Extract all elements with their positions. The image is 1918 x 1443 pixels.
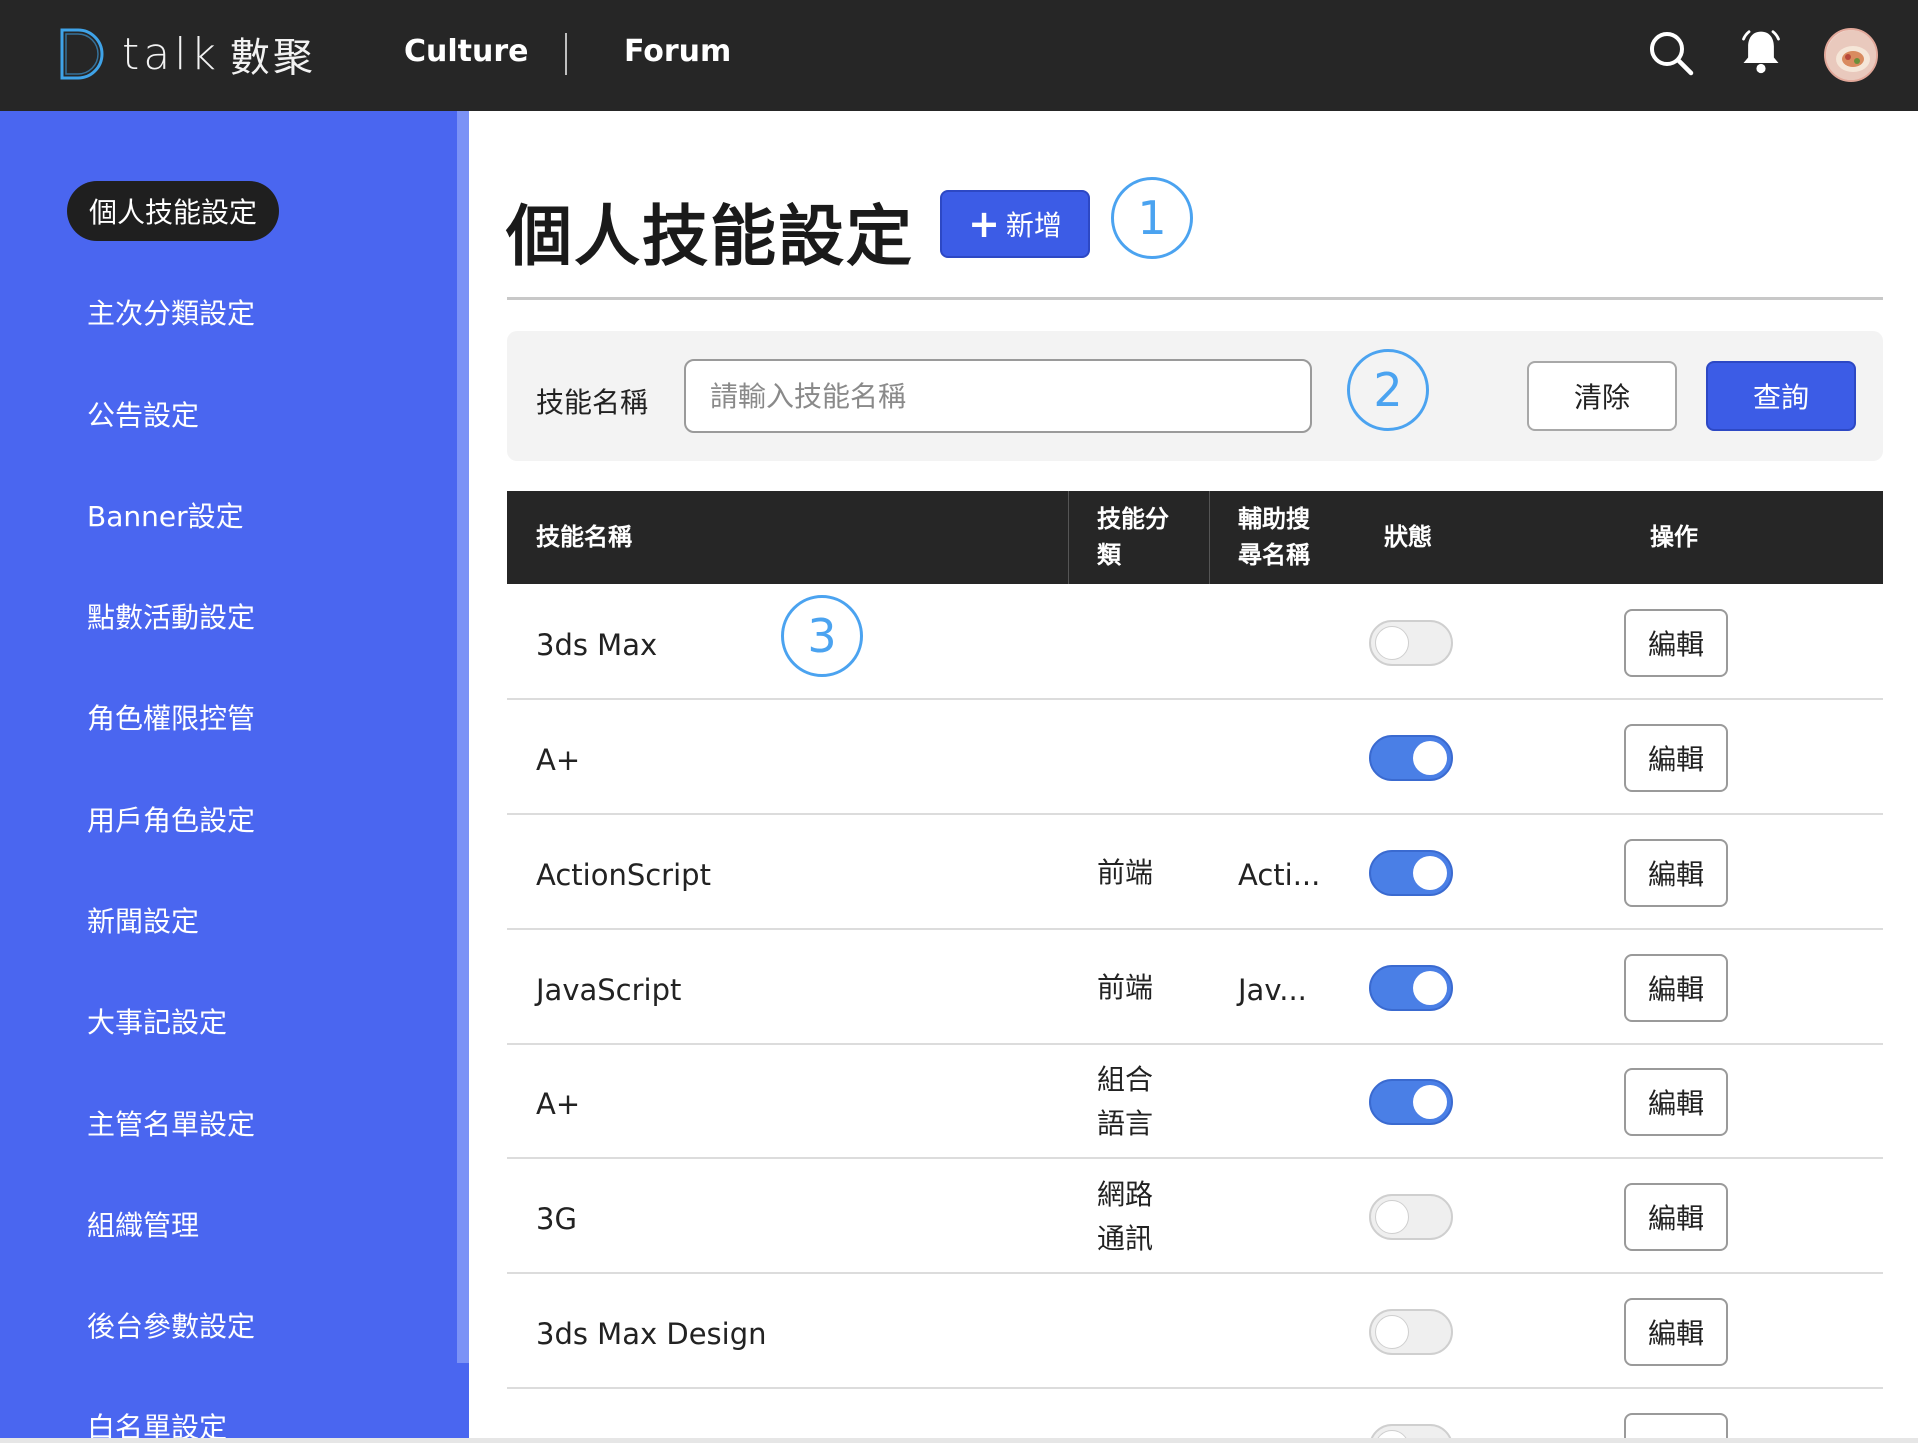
sidebar-item-announcement-settings[interactable]: 公告設定 bbox=[87, 394, 199, 434]
user-avatar[interactable] bbox=[1824, 28, 1878, 82]
status-toggle[interactable] bbox=[1369, 850, 1453, 896]
skill-category-cell: 網路 通訊 bbox=[1097, 1178, 1154, 1255]
sidebar-item-points-event-settings[interactable]: 點數活動設定 bbox=[87, 596, 255, 636]
skill-name-cell: A+ bbox=[536, 1087, 581, 1121]
skill-category-cell: 前端 bbox=[1097, 971, 1154, 1004]
sidebar-item-milestone-settings[interactable]: 大事記設定 bbox=[87, 1001, 227, 1041]
sidebar-item-backend-parameter-settings[interactable]: 後台參數設定 bbox=[87, 1305, 255, 1345]
column-header-category-line2: 類 bbox=[1097, 541, 1121, 569]
sidebar-item-banner-settings[interactable]: Banner設定 bbox=[87, 495, 244, 535]
table-row: 3ds Max Design 編輯 bbox=[507, 1275, 1883, 1389]
column-header-category-line1: 技能分 bbox=[1097, 505, 1169, 533]
avatar-image-icon bbox=[1826, 30, 1876, 80]
status-toggle[interactable] bbox=[1369, 1309, 1453, 1355]
status-toggle[interactable] bbox=[1369, 965, 1453, 1011]
table-row: A+ 組合 語言 編輯 bbox=[507, 1045, 1883, 1159]
brand-logo[interactable]: talk 數聚 bbox=[56, 24, 316, 84]
table-row: 3ds Max 編輯 bbox=[507, 586, 1883, 700]
column-separator bbox=[1209, 491, 1210, 584]
edit-button[interactable]: 編輯 bbox=[1624, 609, 1728, 677]
table-row: A+ 編輯 bbox=[507, 701, 1883, 815]
top-navigation-bar: talk 數聚 Culture Forum bbox=[0, 0, 1918, 111]
table-row: JavaScript 前端 Jav... 編輯 bbox=[507, 931, 1883, 1045]
status-toggle[interactable] bbox=[1369, 620, 1453, 666]
plus-icon: + bbox=[968, 202, 1000, 246]
toggle-knob bbox=[1375, 1430, 1409, 1438]
query-button[interactable]: 查詢 bbox=[1706, 361, 1856, 431]
status-toggle[interactable] bbox=[1369, 1194, 1453, 1240]
bell-icon[interactable] bbox=[1738, 28, 1784, 74]
toggle-knob bbox=[1413, 971, 1447, 1005]
edit-button[interactable]: 編輯 bbox=[1624, 724, 1728, 792]
edit-button[interactable] bbox=[1624, 1413, 1728, 1438]
sidebar-item-category-settings[interactable]: 主次分類設定 bbox=[87, 292, 255, 332]
skill-alias-cell: Acti... bbox=[1238, 858, 1321, 892]
skill-name-cell: 3ds Max bbox=[536, 628, 658, 662]
table-row: 3G 網路 通訊 編輯 bbox=[507, 1160, 1883, 1274]
logo-text: talk bbox=[122, 28, 220, 80]
edit-button[interactable]: 編輯 bbox=[1624, 954, 1728, 1022]
column-header-alias: 輔助搜 尋名稱 bbox=[1238, 501, 1310, 573]
table-row: ActionScript 前端 Acti... 編輯 bbox=[507, 816, 1883, 930]
sidebar-scrollbar[interactable] bbox=[457, 111, 469, 1363]
add-skill-button[interactable]: + 新增 bbox=[940, 190, 1090, 258]
toggle-knob bbox=[1375, 1315, 1409, 1349]
column-header-status: 狀態 bbox=[1384, 523, 1432, 551]
skills-table-header: 技能名稱 技能分 類 輔助搜 尋名稱 狀態 操作 bbox=[507, 491, 1883, 584]
skill-name-cell: ActionScript bbox=[536, 858, 711, 892]
clear-button[interactable]: 清除 bbox=[1527, 361, 1677, 431]
skill-name-search-input[interactable] bbox=[684, 359, 1312, 433]
sidebar-item-news-settings[interactable]: 新聞設定 bbox=[87, 900, 199, 940]
edit-button[interactable]: 編輯 bbox=[1624, 839, 1728, 907]
sidebar-item-role-permissions[interactable]: 角色權限控管 bbox=[87, 697, 255, 737]
status-toggle[interactable] bbox=[1369, 1424, 1453, 1438]
sidebar-item-organization-management[interactable]: 組織管理 bbox=[87, 1204, 199, 1244]
column-header-skill-name: 技能名稱 bbox=[536, 523, 632, 551]
edit-button[interactable]: 編輯 bbox=[1624, 1183, 1728, 1251]
column-separator bbox=[1068, 491, 1069, 584]
skill-alias-cell: Jav... bbox=[1238, 973, 1307, 1007]
skill-category-cell: 組合 語言 bbox=[1097, 1063, 1154, 1140]
sidebar-item-manager-list-settings[interactable]: 主管名單設定 bbox=[87, 1103, 255, 1143]
window-bottom-edge bbox=[0, 1438, 1918, 1443]
title-divider bbox=[507, 297, 1883, 300]
sidebar-item-skill-settings[interactable]: 個人技能設定 bbox=[67, 181, 280, 241]
status-toggle[interactable] bbox=[1369, 735, 1453, 781]
status-toggle[interactable] bbox=[1369, 1079, 1453, 1125]
toggle-knob bbox=[1413, 856, 1447, 890]
skill-name-filter-label: 技能名稱 bbox=[536, 386, 649, 419]
nav-forum[interactable]: Forum bbox=[624, 34, 731, 69]
add-button-label: 新增 bbox=[1005, 209, 1062, 242]
logo-d-icon bbox=[60, 28, 104, 80]
page-title: 個人技能設定 bbox=[506, 198, 914, 275]
annotation-marker-1: 1 bbox=[1111, 177, 1193, 259]
logo-cn-text: 數聚 bbox=[229, 35, 316, 81]
column-header-skill-category: 技能分 類 bbox=[1097, 501, 1169, 573]
edit-button[interactable]: 編輯 bbox=[1624, 1298, 1728, 1366]
skill-name-cell: A+ bbox=[536, 743, 581, 777]
column-header-alias-line1: 輔助搜 bbox=[1238, 505, 1310, 533]
toggle-knob bbox=[1375, 1200, 1409, 1234]
annotation-marker-3: 3 bbox=[781, 595, 863, 677]
skill-category-cell: 前端 bbox=[1097, 856, 1154, 889]
annotation-marker-2: 2 bbox=[1347, 349, 1429, 431]
skill-name-cell: 3G bbox=[536, 1202, 577, 1236]
toggle-knob bbox=[1413, 741, 1447, 775]
table-row-partial bbox=[507, 1390, 1883, 1438]
edit-button[interactable]: 編輯 bbox=[1624, 1068, 1728, 1136]
skill-name-cell: JavaScript bbox=[536, 973, 682, 1007]
toggle-knob bbox=[1413, 1085, 1447, 1119]
skill-name-cell: 3ds Max Design bbox=[536, 1317, 767, 1351]
toggle-knob bbox=[1375, 626, 1409, 660]
column-header-alias-line2: 尋名稱 bbox=[1238, 541, 1310, 569]
sidebar-item-user-role-settings[interactable]: 用戶角色設定 bbox=[87, 799, 255, 839]
nav-culture[interactable]: Culture bbox=[404, 34, 529, 69]
search-icon[interactable] bbox=[1648, 30, 1694, 76]
column-header-actions: 操作 bbox=[1650, 523, 1698, 551]
nav-divider bbox=[565, 33, 567, 75]
